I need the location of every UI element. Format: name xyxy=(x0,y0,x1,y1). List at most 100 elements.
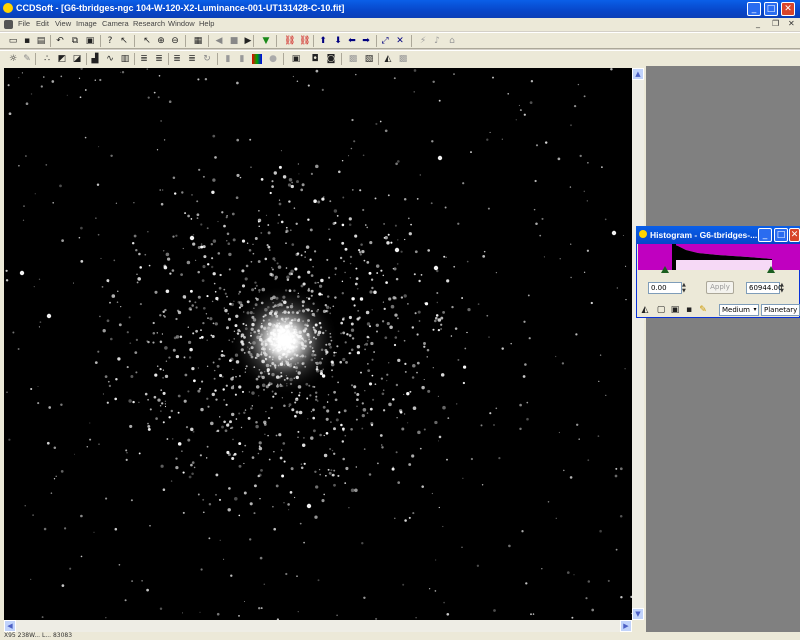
help-icon[interactable]: ? xyxy=(105,36,115,46)
contrast-icon[interactable]: ◪ xyxy=(72,54,82,64)
max-spinner[interactable]: ▲ ▼ xyxy=(780,282,788,294)
crop-icon[interactable]: ▧ xyxy=(364,54,374,64)
apply-button[interactable]: Apply xyxy=(706,281,734,294)
window-large-icon[interactable]: ▣ xyxy=(670,305,680,315)
scroll-down-icon[interactable]: ▼ xyxy=(632,608,644,620)
star-field-svg xyxy=(5,68,632,620)
menu-help[interactable]: Help xyxy=(199,19,214,28)
brightness-icon[interactable]: ☼ xyxy=(8,54,18,64)
menu-edit[interactable]: Edit xyxy=(36,19,49,28)
menu-research[interactable]: Research xyxy=(133,19,165,28)
stack-add-icon[interactable]: ≣ xyxy=(154,54,164,64)
arrow-right-icon[interactable]: ➡ xyxy=(361,36,371,46)
rotate-icon[interactable]: ↻ xyxy=(202,54,212,64)
filter-icon[interactable]: ▼ xyxy=(261,36,271,46)
stop-icon[interactable]: ■ xyxy=(229,36,239,46)
min-spinner[interactable]: ▲ ▼ xyxy=(682,282,690,294)
histogram-minimize-button[interactable]: _ xyxy=(758,228,772,242)
star-field-image[interactable] xyxy=(4,68,632,620)
mdi-restore-button[interactable]: ❐ xyxy=(772,19,779,28)
brush-icon[interactable]: ✎ xyxy=(22,54,32,64)
menu-view[interactable]: View xyxy=(55,19,71,28)
annotate-icon[interactable]: ▩ xyxy=(398,54,408,64)
measure-icon[interactable]: ◭ xyxy=(383,54,393,64)
zoom-out-icon[interactable]: ⊖ xyxy=(170,36,180,46)
levels-icon[interactable]: ▥ xyxy=(120,54,130,64)
expand-icon[interactable]: ⤢ xyxy=(380,36,390,46)
crosshair-icon[interactable]: ✕ xyxy=(395,36,405,46)
menu-camera[interactable]: Camera xyxy=(102,19,129,28)
minimize-button[interactable]: _ xyxy=(747,2,761,16)
histogram-title: Histogram - G6-tbridges-... xyxy=(650,230,758,240)
align-icon[interactable]: ≣ xyxy=(172,54,182,64)
app-logo-icon xyxy=(3,3,13,13)
image-toolbar: ☼ ✎ ∴ ◩ ◪ ▟ ∿ ▥ ≣ ≣ ≣ ≣ ↻ ▮ ▮ ● ▣ ◘ ◙ ▩ … xyxy=(0,50,800,67)
contrast-select-value: Medium xyxy=(722,306,750,314)
contrast-dropdown-icon[interactable]: ▾ xyxy=(751,304,759,316)
maximize-button[interactable]: □ xyxy=(764,2,778,16)
min-slider-handle[interactable] xyxy=(661,266,669,273)
curve-icon[interactable]: ∿ xyxy=(105,54,115,64)
star-detect-icon[interactable]: ▣ xyxy=(291,54,301,64)
stack-icon[interactable]: ≣ xyxy=(139,54,149,64)
histogram-close-button[interactable]: ✕ xyxy=(789,228,800,242)
document-icon[interactable] xyxy=(4,20,13,29)
window-small-icon[interactable]: ▢ xyxy=(656,305,666,315)
mode-select[interactable]: Planetary xyxy=(761,304,800,316)
arrow-down-icon[interactable]: ⬇ xyxy=(333,36,343,46)
channel-icon[interactable]: ▮ xyxy=(223,54,233,64)
max-slider-handle[interactable] xyxy=(767,266,775,273)
scroll-right-icon[interactable]: ▶ xyxy=(620,620,632,632)
paste-icon[interactable]: ▣ xyxy=(85,36,95,46)
vertical-scrollbar[interactable]: ▲ ▼ xyxy=(632,68,644,620)
undo-icon[interactable]: ↶ xyxy=(55,36,65,46)
mono-icon[interactable]: ▮ xyxy=(237,54,247,64)
scroll-left-icon[interactable]: ◀ xyxy=(4,620,16,632)
histogram-icon[interactable]: ▟ xyxy=(90,54,100,64)
mdi-minimize-button[interactable]: _ xyxy=(756,19,760,28)
context-help-icon[interactable]: ↖ xyxy=(119,36,129,46)
invert-icon[interactable]: ◩ xyxy=(57,54,67,64)
close-button[interactable]: ✕ xyxy=(781,2,795,16)
copy-icon[interactable]: ⧉ xyxy=(70,36,80,46)
histogram-maximize-button[interactable]: □ xyxy=(774,228,788,242)
mode-select-value: Planetary xyxy=(764,306,798,314)
menu-file[interactable]: File xyxy=(18,19,30,28)
unlink-icon[interactable]: ⛓ xyxy=(299,36,310,46)
menu-image[interactable]: Image xyxy=(76,19,97,28)
histogram-tool-icon[interactable]: ◭ xyxy=(640,305,650,315)
image-icon[interactable]: ▪ xyxy=(684,305,694,315)
star-mark-icon[interactable]: ◘ xyxy=(310,54,320,64)
grid-icon[interactable]: ▦ xyxy=(193,36,203,46)
mdi-close-button[interactable]: ✕ xyxy=(788,19,795,28)
horizontal-scrollbar[interactable]: ◀ ▶ xyxy=(4,620,632,632)
app-title-bar: CCDSoft - [G6-tbridges-ngc 104-W-120-X2-… xyxy=(0,0,800,18)
sound-icon: ♪ xyxy=(434,36,440,46)
max-value-field[interactable]: 60944.00 xyxy=(746,282,782,294)
prev-icon[interactable]: ◀ xyxy=(214,36,224,46)
arrow-up-icon[interactable]: ⬆ xyxy=(318,36,328,46)
star-select-icon[interactable]: ◙ xyxy=(326,54,336,64)
menu-window[interactable]: Window xyxy=(168,19,195,28)
window-title: CCDSoft - [G6-tbridges-ngc 104-W-120-X2-… xyxy=(16,3,345,13)
arrow-left-icon[interactable]: ⬅ xyxy=(347,36,357,46)
open-icon[interactable]: ▭ xyxy=(8,36,18,46)
print-icon[interactable]: ▤ xyxy=(36,36,46,46)
min-value-field[interactable]: 0.00 xyxy=(648,282,682,294)
next-icon[interactable]: ▶ xyxy=(243,36,253,46)
tool-disabled-icon: ⚡ xyxy=(419,36,427,46)
scroll-up-icon[interactable]: ▲ xyxy=(632,68,644,80)
main-toolbar: ▭ ▪ ▤ ↶ ⧉ ▣ ? ↖ ↖ ⊕ ⊖ ▦ ◀ ■ ▶ ▼ ⛓ ⛓ ⬆ ⬇ … xyxy=(0,32,800,49)
pencil-icon[interactable]: ✎ xyxy=(698,305,708,315)
telescope-icon: ⌂ xyxy=(449,36,455,46)
zoom-in-icon[interactable]: ⊕ xyxy=(156,36,166,46)
pointer-icon[interactable]: ↖ xyxy=(142,36,152,46)
save-icon[interactable]: ▪ xyxy=(22,36,32,46)
combine-icon[interactable]: ≣ xyxy=(187,54,197,64)
circle-icon[interactable]: ● xyxy=(268,54,278,64)
link-icon[interactable]: ⛓ xyxy=(284,36,295,46)
rgb-icon[interactable] xyxy=(252,54,262,64)
dots-icon[interactable]: ∴ xyxy=(42,54,52,64)
menu-bar: File Edit View Image Camera Research Win… xyxy=(0,18,800,31)
overlay-icon[interactable]: ▩ xyxy=(348,54,358,64)
